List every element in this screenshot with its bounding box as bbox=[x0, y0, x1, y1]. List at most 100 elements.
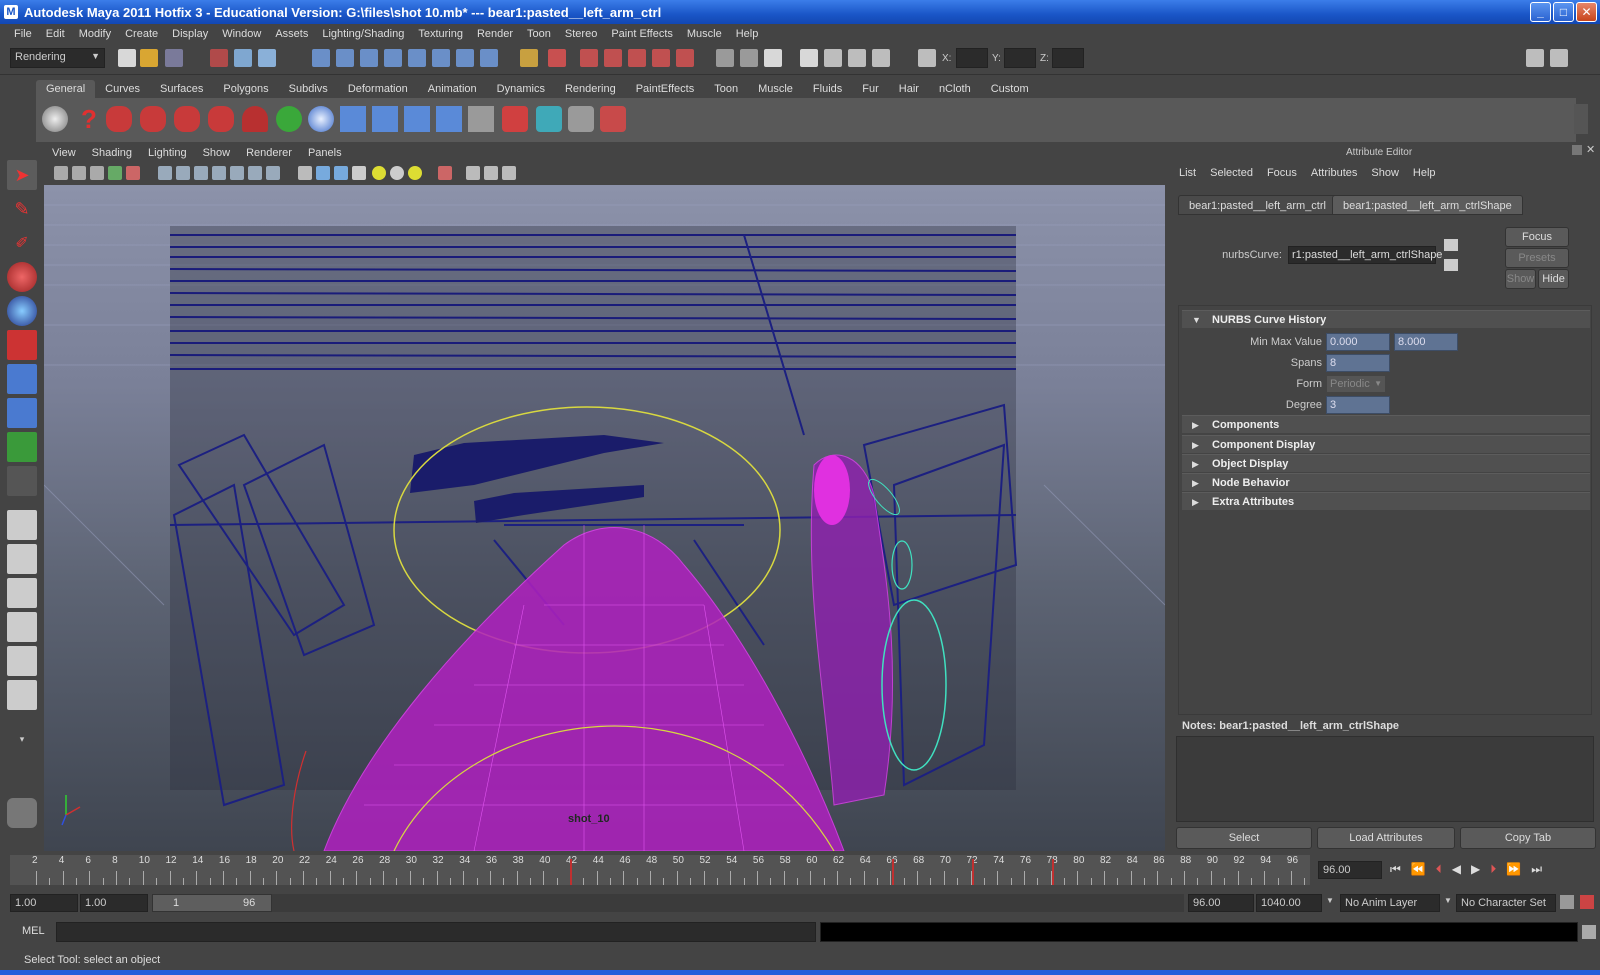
snap-point-icon[interactable] bbox=[628, 49, 646, 67]
wireframe-icon[interactable] bbox=[158, 166, 172, 180]
step-back-key-icon[interactable]: ⏴ bbox=[1436, 862, 1442, 877]
render-current-frame-icon[interactable] bbox=[824, 49, 842, 67]
script-editor-icon[interactable] bbox=[1582, 925, 1596, 939]
section-node-behavior[interactable]: ▶ Node Behavior bbox=[1182, 473, 1590, 491]
select-component-icon[interactable] bbox=[258, 49, 276, 67]
shelf-tab-toon[interactable]: Toon bbox=[704, 80, 748, 98]
x-field[interactable] bbox=[956, 48, 988, 68]
joint-tool-icon[interactable] bbox=[340, 106, 366, 132]
shelf-tab-general[interactable]: General bbox=[36, 80, 96, 98]
panel-menu-shading[interactable]: Shading bbox=[84, 147, 140, 163]
xray-icon[interactable] bbox=[230, 166, 244, 180]
tab-left-arm-ctrl[interactable]: bear1:pasted__left_arm_ctrl bbox=[1178, 195, 1337, 215]
float-panel-icon[interactable] bbox=[1572, 145, 1582, 155]
shelf-tab-fluids[interactable]: Fluids bbox=[803, 80, 852, 98]
flat-light-icon[interactable] bbox=[408, 166, 422, 180]
menu-lighting-shading[interactable]: Lighting/Shading bbox=[315, 28, 411, 40]
section-extra-attributes[interactable]: ▶ Extra Attributes bbox=[1182, 492, 1590, 510]
chevron-down-icon[interactable]: ▼ bbox=[1444, 896, 1452, 905]
current-frame-field[interactable]: 96.00 bbox=[1318, 861, 1382, 879]
menu-assets[interactable]: Assets bbox=[268, 28, 315, 40]
select-surfaces-icon[interactable] bbox=[384, 49, 402, 67]
brush-icon[interactable] bbox=[600, 106, 626, 132]
step-forward-frame-icon[interactable]: ⏩ bbox=[1506, 862, 1521, 877]
menu-muscle[interactable]: Muscle bbox=[680, 28, 729, 40]
ae-menu-list[interactable]: List bbox=[1172, 167, 1203, 179]
minimize-button[interactable]: _ bbox=[1530, 2, 1551, 22]
go-to-end-icon[interactable]: ⏭ bbox=[1531, 862, 1542, 877]
close-button[interactable]: ✕ bbox=[1576, 2, 1597, 22]
presets-button[interactable]: Presets bbox=[1505, 248, 1569, 268]
single-pane-layout-icon[interactable] bbox=[7, 510, 37, 540]
menuset-dropdown[interactable]: Rendering ▼ bbox=[10, 48, 105, 68]
menu-toon[interactable]: Toon bbox=[520, 28, 558, 40]
textured-icon[interactable] bbox=[212, 166, 226, 180]
playback-start-field[interactable]: 1.00 bbox=[80, 894, 148, 912]
ae-menu-help[interactable]: Help bbox=[1406, 167, 1443, 179]
camera-icon[interactable] bbox=[54, 166, 68, 180]
show-manip-icon[interactable] bbox=[7, 432, 37, 462]
last-tool-icon[interactable] bbox=[7, 466, 37, 496]
start-time-field[interactable]: 1.00 bbox=[10, 894, 78, 912]
channel-icon[interactable] bbox=[468, 106, 494, 132]
safe-action-icon[interactable] bbox=[484, 166, 498, 180]
select-hierarchy-icon[interactable] bbox=[210, 49, 228, 67]
default-light-icon[interactable] bbox=[316, 166, 330, 180]
menu-file[interactable]: File bbox=[7, 28, 39, 40]
hide-button[interactable]: Hide bbox=[1538, 269, 1569, 289]
menu-render[interactable]: Render bbox=[470, 28, 520, 40]
shelf-tab-curves[interactable]: Curves bbox=[95, 80, 150, 98]
xray-joints-icon[interactable] bbox=[248, 166, 262, 180]
bind-skin-icon[interactable] bbox=[404, 106, 430, 132]
close-panel-icon[interactable]: ✕ bbox=[1586, 143, 1595, 156]
shelf-tab-dynamics[interactable]: Dynamics bbox=[487, 80, 555, 98]
new-scene-icon[interactable] bbox=[118, 49, 136, 67]
mel-label[interactable]: MEL bbox=[22, 925, 45, 937]
tab-left-arm-ctrl-shape[interactable]: bear1:pasted__left_arm_ctrlShape bbox=[1332, 195, 1523, 215]
chevron-down-icon[interactable]: ▼ bbox=[1326, 896, 1334, 905]
make-live-icon[interactable] bbox=[676, 49, 694, 67]
time-slider[interactable]: 2468101214161820222426283032343638404244… bbox=[10, 855, 1310, 885]
shelf-tab-custom[interactable]: Custom bbox=[981, 80, 1039, 98]
smooth-shade-icon[interactable] bbox=[176, 166, 190, 180]
panel-menu-renderer[interactable]: Renderer bbox=[238, 147, 300, 163]
command-input[interactable] bbox=[56, 922, 816, 942]
notes-textarea[interactable] bbox=[1176, 736, 1594, 822]
high-quality-icon[interactable] bbox=[390, 166, 404, 180]
magnet-icon[interactable] bbox=[242, 106, 268, 132]
transform-field-icon[interactable] bbox=[918, 49, 936, 67]
grid-toggle-icon[interactable] bbox=[126, 166, 140, 180]
section-component-display[interactable]: ▶ Component Display bbox=[1182, 435, 1590, 453]
sphere-icon[interactable] bbox=[308, 106, 334, 132]
panel-menu-lighting[interactable]: Lighting bbox=[140, 147, 195, 163]
menu-display[interactable]: Display bbox=[165, 28, 215, 40]
reel-red-icon[interactable] bbox=[106, 106, 132, 132]
hypershade-layout-icon[interactable] bbox=[7, 646, 37, 676]
ik-handle-icon[interactable] bbox=[372, 106, 398, 132]
help-question-icon[interactable]: ? bbox=[76, 106, 102, 132]
menu-window[interactable]: Window bbox=[215, 28, 268, 40]
section-components[interactable]: ▶ Components bbox=[1182, 415, 1590, 433]
graph-layout-icon[interactable] bbox=[7, 612, 37, 642]
shelf-tab-subdivs[interactable]: Subdivs bbox=[279, 80, 338, 98]
select-curves-icon[interactable] bbox=[360, 49, 378, 67]
sculpt-tool-icon[interactable] bbox=[174, 106, 200, 132]
save-scene-icon[interactable] bbox=[165, 49, 183, 67]
form-dropdown[interactable]: Periodic ▼ bbox=[1326, 375, 1386, 393]
menu-help[interactable]: Help bbox=[729, 28, 766, 40]
render-view-icon[interactable] bbox=[800, 49, 818, 67]
isolate-icon[interactable] bbox=[298, 166, 312, 180]
shelf-tab-animation[interactable]: Animation bbox=[418, 80, 487, 98]
anim-prefs-icon[interactable] bbox=[1580, 895, 1594, 909]
panel-menu-view[interactable]: View bbox=[44, 147, 84, 163]
move-tool-icon[interactable] bbox=[7, 262, 37, 292]
more-layouts-icon[interactable]: ▾ bbox=[7, 724, 37, 754]
menu-paint-effects[interactable]: Paint Effects bbox=[604, 28, 680, 40]
outliner-layout-icon[interactable] bbox=[7, 578, 37, 608]
scale-tool-icon[interactable] bbox=[7, 330, 37, 360]
shadows-icon[interactable] bbox=[372, 166, 386, 180]
node-name-field[interactable]: r1:pasted__left_arm_ctrlShape bbox=[1288, 246, 1442, 264]
load-attributes-button[interactable]: Load Attributes bbox=[1317, 827, 1455, 849]
lasso-tool-icon[interactable]: ✎ bbox=[7, 194, 37, 224]
ae-menu-focus[interactable]: Focus bbox=[1260, 167, 1304, 179]
